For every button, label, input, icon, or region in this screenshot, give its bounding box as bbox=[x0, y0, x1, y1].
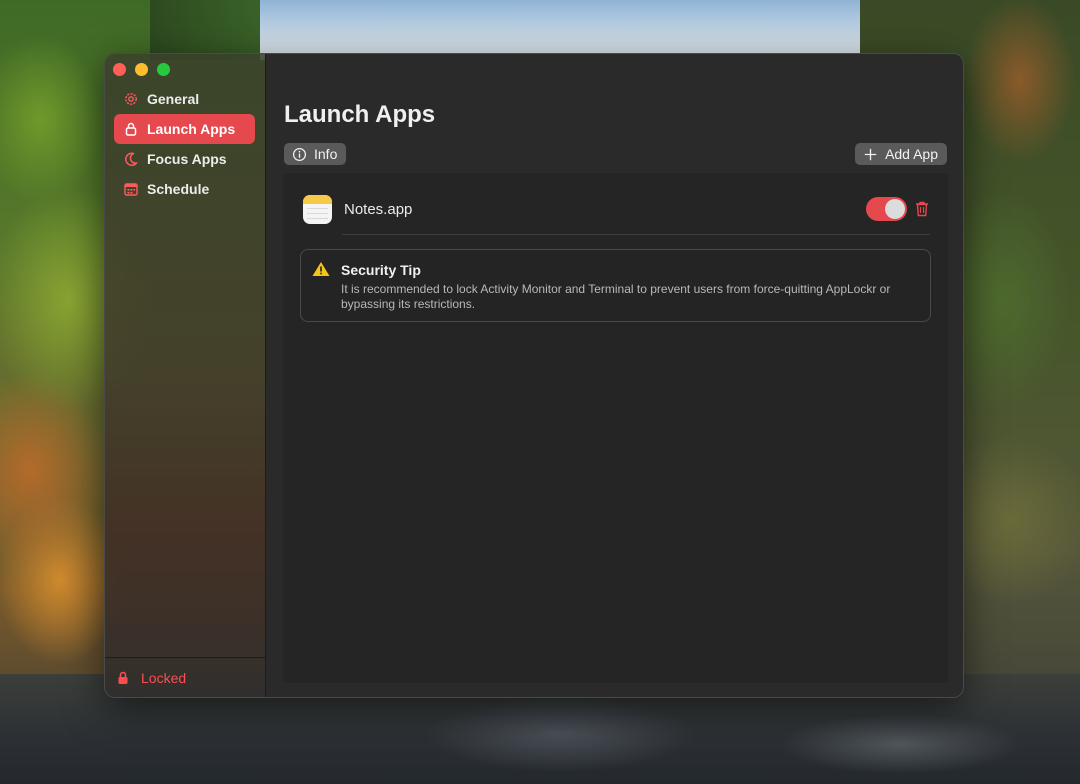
sidebar-item-focus-apps[interactable]: Focus Apps bbox=[114, 144, 255, 174]
app-list-panel: Notes.app Security Tip It is recommended… bbox=[283, 173, 948, 683]
plus-icon bbox=[864, 148, 877, 160]
info-button[interactable]: Info bbox=[284, 143, 347, 165]
sidebar-item-label: General bbox=[147, 91, 200, 107]
toggle-knob bbox=[885, 199, 905, 219]
add-app-button[interactable]: Add App bbox=[855, 143, 947, 165]
moon-icon bbox=[123, 151, 139, 167]
sidebar: General Launch Apps Focus Apps Schedule bbox=[105, 54, 266, 697]
close-button[interactable] bbox=[113, 63, 126, 76]
gear-icon bbox=[123, 91, 139, 107]
sidebar-item-schedule[interactable]: Schedule bbox=[114, 174, 255, 204]
traffic-lights bbox=[113, 63, 170, 76]
wallpaper-sky bbox=[260, 0, 920, 60]
sidebar-item-general[interactable]: General bbox=[114, 84, 255, 114]
security-tip-body: It is recommended to lock Activity Monit… bbox=[341, 282, 891, 311]
main-content: Launch Apps Info Add App Notes.app Secur… bbox=[266, 54, 963, 697]
security-tip-card: Security Tip It is recommended to lock A… bbox=[300, 249, 931, 322]
sidebar-nav: General Launch Apps Focus Apps Schedule bbox=[114, 84, 255, 204]
lock-status-label: Locked bbox=[141, 669, 187, 686]
page-title: Launch Apps bbox=[284, 101, 436, 128]
info-button-label: Info bbox=[314, 146, 338, 162]
list-item: Notes.app bbox=[283, 173, 948, 235]
lock-icon bbox=[115, 670, 131, 686]
sidebar-item-label: Launch Apps bbox=[147, 121, 236, 137]
app-window: General Launch Apps Focus Apps Schedule bbox=[104, 53, 964, 698]
row-divider bbox=[342, 234, 930, 235]
minimize-button[interactable] bbox=[135, 63, 148, 76]
app-name: Notes.app bbox=[344, 201, 413, 218]
trash-icon[interactable] bbox=[914, 200, 930, 218]
zoom-button[interactable] bbox=[157, 63, 170, 76]
lock-status[interactable]: Locked bbox=[105, 657, 265, 697]
sidebar-item-launch-apps[interactable]: Launch Apps bbox=[114, 114, 255, 144]
security-tip-title: Security Tip bbox=[341, 262, 421, 278]
sidebar-item-label: Schedule bbox=[147, 181, 210, 197]
info-circle-icon bbox=[292, 147, 307, 161]
notes-app-icon bbox=[303, 195, 332, 224]
calendar-icon bbox=[123, 181, 139, 197]
sidebar-item-label: Focus Apps bbox=[147, 151, 227, 167]
add-app-button-label: Add App bbox=[885, 146, 938, 162]
lock-icon bbox=[123, 121, 139, 137]
app-enabled-toggle[interactable] bbox=[866, 197, 907, 221]
warning-icon bbox=[312, 262, 330, 276]
